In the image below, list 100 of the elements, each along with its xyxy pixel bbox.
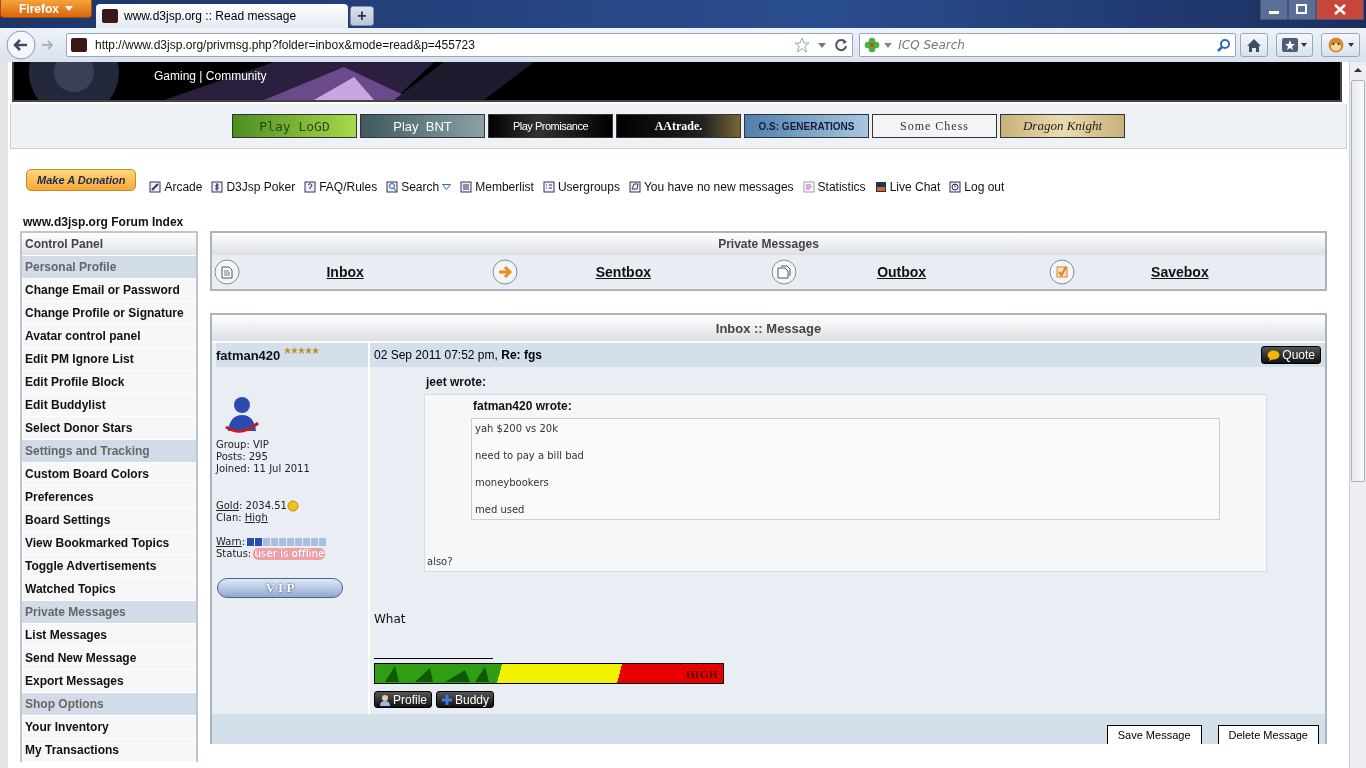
list-icon xyxy=(542,181,555,193)
site-favicon xyxy=(71,38,87,52)
profile-button[interactable]: Profile xyxy=(374,691,432,708)
partner-banner[interactable]: Play LoGD xyxy=(232,114,357,138)
reload-icon[interactable] xyxy=(834,38,849,52)
flower-icon xyxy=(864,37,881,53)
dollar-icon xyxy=(211,181,224,193)
user-detail: Joined: 11 Jul 2011 xyxy=(216,463,311,475)
buddy-button[interactable]: Buddy xyxy=(436,691,495,708)
nav-link[interactable]: FAQ/Rules xyxy=(304,180,378,194)
note-icon xyxy=(628,181,641,193)
sidebar-link[interactable]: Change Email or Password xyxy=(22,279,196,302)
offline-badge: user is offline xyxy=(253,548,326,560)
action-button[interactable]: Save Message xyxy=(1106,725,1202,744)
list-icon xyxy=(460,181,473,193)
documents-icon[interactable] xyxy=(770,259,797,285)
quote-line: med used xyxy=(475,504,526,515)
currency-link[interactable]: Gold xyxy=(216,500,239,512)
url-text: http://www.d3jsp.org/privmsg.php?folder=inbox&mode=read&p=455723 xyxy=(95,38,476,52)
section-heading: Shop Options xyxy=(22,693,196,716)
nav-link[interactable]: Search xyxy=(386,180,452,194)
browser-tab[interactable]: www.d3jsp.org :: Read message xyxy=(96,4,348,28)
minimize-icon[interactable] xyxy=(1260,0,1288,20)
sidebar-link[interactable]: Custom Board Colors xyxy=(22,463,196,486)
partner-banner[interactable]: Play BNT xyxy=(360,114,485,138)
sidebar-link[interactable]: Your Inventory xyxy=(22,716,196,739)
sidebar-link[interactable]: Toggle Advertisements xyxy=(22,555,196,578)
up-arrow-icon[interactable] xyxy=(1353,66,1363,74)
nav-link[interactable]: Memberlist xyxy=(460,180,534,194)
quote-author: jeet wrote: xyxy=(424,375,487,389)
chart-icon xyxy=(802,181,815,193)
panel-title: Inbox :: Message xyxy=(212,315,1325,343)
back-icon[interactable] xyxy=(6,30,36,60)
quote-button[interactable]: Quote xyxy=(1261,346,1321,364)
nav-link[interactable]: Arcade xyxy=(149,180,203,194)
search-icon[interactable] xyxy=(1217,38,1231,52)
search-box[interactable]: ICQ Search xyxy=(859,33,1236,57)
address-bar[interactable]: http://www.d3jsp.org/privmsg.php?folder=inbox&mode=read&p=455723 xyxy=(66,33,854,57)
donate-button[interactable]: Make A Donation xyxy=(26,169,137,191)
partner-banner[interactable]: AAtrade. xyxy=(616,114,741,138)
message-text: What xyxy=(374,612,407,626)
star-icon[interactable] xyxy=(794,37,811,53)
nav-link[interactable]: Log out xyxy=(949,180,1005,194)
sidebar-link[interactable]: Avatar control panel xyxy=(22,325,196,348)
caret-icon xyxy=(884,42,893,48)
speech-icon xyxy=(1267,349,1281,361)
nav-link[interactable]: Usergroups xyxy=(542,180,620,194)
bookmarks-button[interactable] xyxy=(1276,33,1313,57)
nav-link[interactable]: You have no new messages xyxy=(628,180,794,194)
caret-icon[interactable] xyxy=(818,42,827,48)
folder-link[interactable]: Savebox xyxy=(1151,264,1209,280)
user-detail: Posts: 295 xyxy=(216,451,269,463)
nav-link[interactable]: Statistics xyxy=(802,180,866,194)
site-favicon xyxy=(102,9,118,23)
caret-icon xyxy=(1301,43,1307,47)
caret-icon xyxy=(65,6,73,11)
partner-banner[interactable]: O.S: GENERATIONS xyxy=(744,114,869,138)
folder-link[interactable]: Inbox xyxy=(326,264,364,280)
screen-icon xyxy=(874,181,887,193)
sidebar-link[interactable]: Preferences xyxy=(22,486,196,509)
person-icon xyxy=(379,693,391,706)
panel-title: Control Panel xyxy=(22,233,196,256)
sidebar-link[interactable]: List Messages xyxy=(22,624,196,647)
monkey-icon xyxy=(1327,37,1345,53)
sidebar-link[interactable]: Edit Profile Block xyxy=(22,371,196,394)
action-button[interactable]: Delete Message xyxy=(1217,725,1319,744)
folder-link[interactable]: Sentbox xyxy=(595,264,651,280)
partner-banner[interactable]: Some Chess xyxy=(872,114,997,138)
star-icon xyxy=(1282,38,1298,52)
user-stat: Warn: xyxy=(216,536,246,548)
restore-icon[interactable] xyxy=(1288,0,1316,20)
status-label: Status: xyxy=(216,548,252,560)
sidebar-link[interactable]: View Bookmarked Topics xyxy=(22,532,196,555)
new-tab-button[interactable]: + xyxy=(350,6,374,26)
folder-link[interactable]: Outbox xyxy=(877,264,927,280)
sidebar-link[interactable]: Board Settings xyxy=(22,509,196,532)
search-icon xyxy=(386,181,399,193)
section-heading: Private Messages xyxy=(22,601,196,624)
sidebar-link[interactable]: Change Profile or Signature xyxy=(22,302,196,325)
sidebar-link[interactable]: Edit PM Ignore List xyxy=(22,348,196,371)
search-field[interactable]: ICQ Search xyxy=(896,37,1213,53)
checkbox-icon[interactable] xyxy=(1048,259,1075,285)
sidebar-link[interactable]: My Transactions xyxy=(22,739,196,762)
scrollbar[interactable] xyxy=(1349,62,1366,768)
note-icon xyxy=(149,181,162,193)
nav-link[interactable]: Live Chat xyxy=(874,180,941,194)
clan-link[interactable]: High xyxy=(244,512,268,523)
breadcrumb-link[interactable]: www.d3jsp.org Forum Index xyxy=(10,194,184,231)
close-icon[interactable] xyxy=(1316,0,1364,20)
nav-link[interactable]: D3Jsp Poker xyxy=(211,180,296,194)
addon-button[interactable] xyxy=(1321,33,1360,57)
partner-banner[interactable]: Play Promisance xyxy=(488,114,613,138)
sidebar-link[interactable]: Send New Message xyxy=(22,647,196,670)
quote-line: yah $200 vs 20k xyxy=(475,423,559,434)
home-button[interactable] xyxy=(1240,33,1268,57)
document-icon[interactable] xyxy=(214,259,240,285)
sidebar-link[interactable]: Edit Buddylist xyxy=(22,394,196,417)
panel-title: Private Messages xyxy=(212,233,1325,255)
partner-banner[interactable]: Dragon Knight xyxy=(1000,114,1125,138)
warn-link[interactable]: Warn xyxy=(216,536,242,547)
